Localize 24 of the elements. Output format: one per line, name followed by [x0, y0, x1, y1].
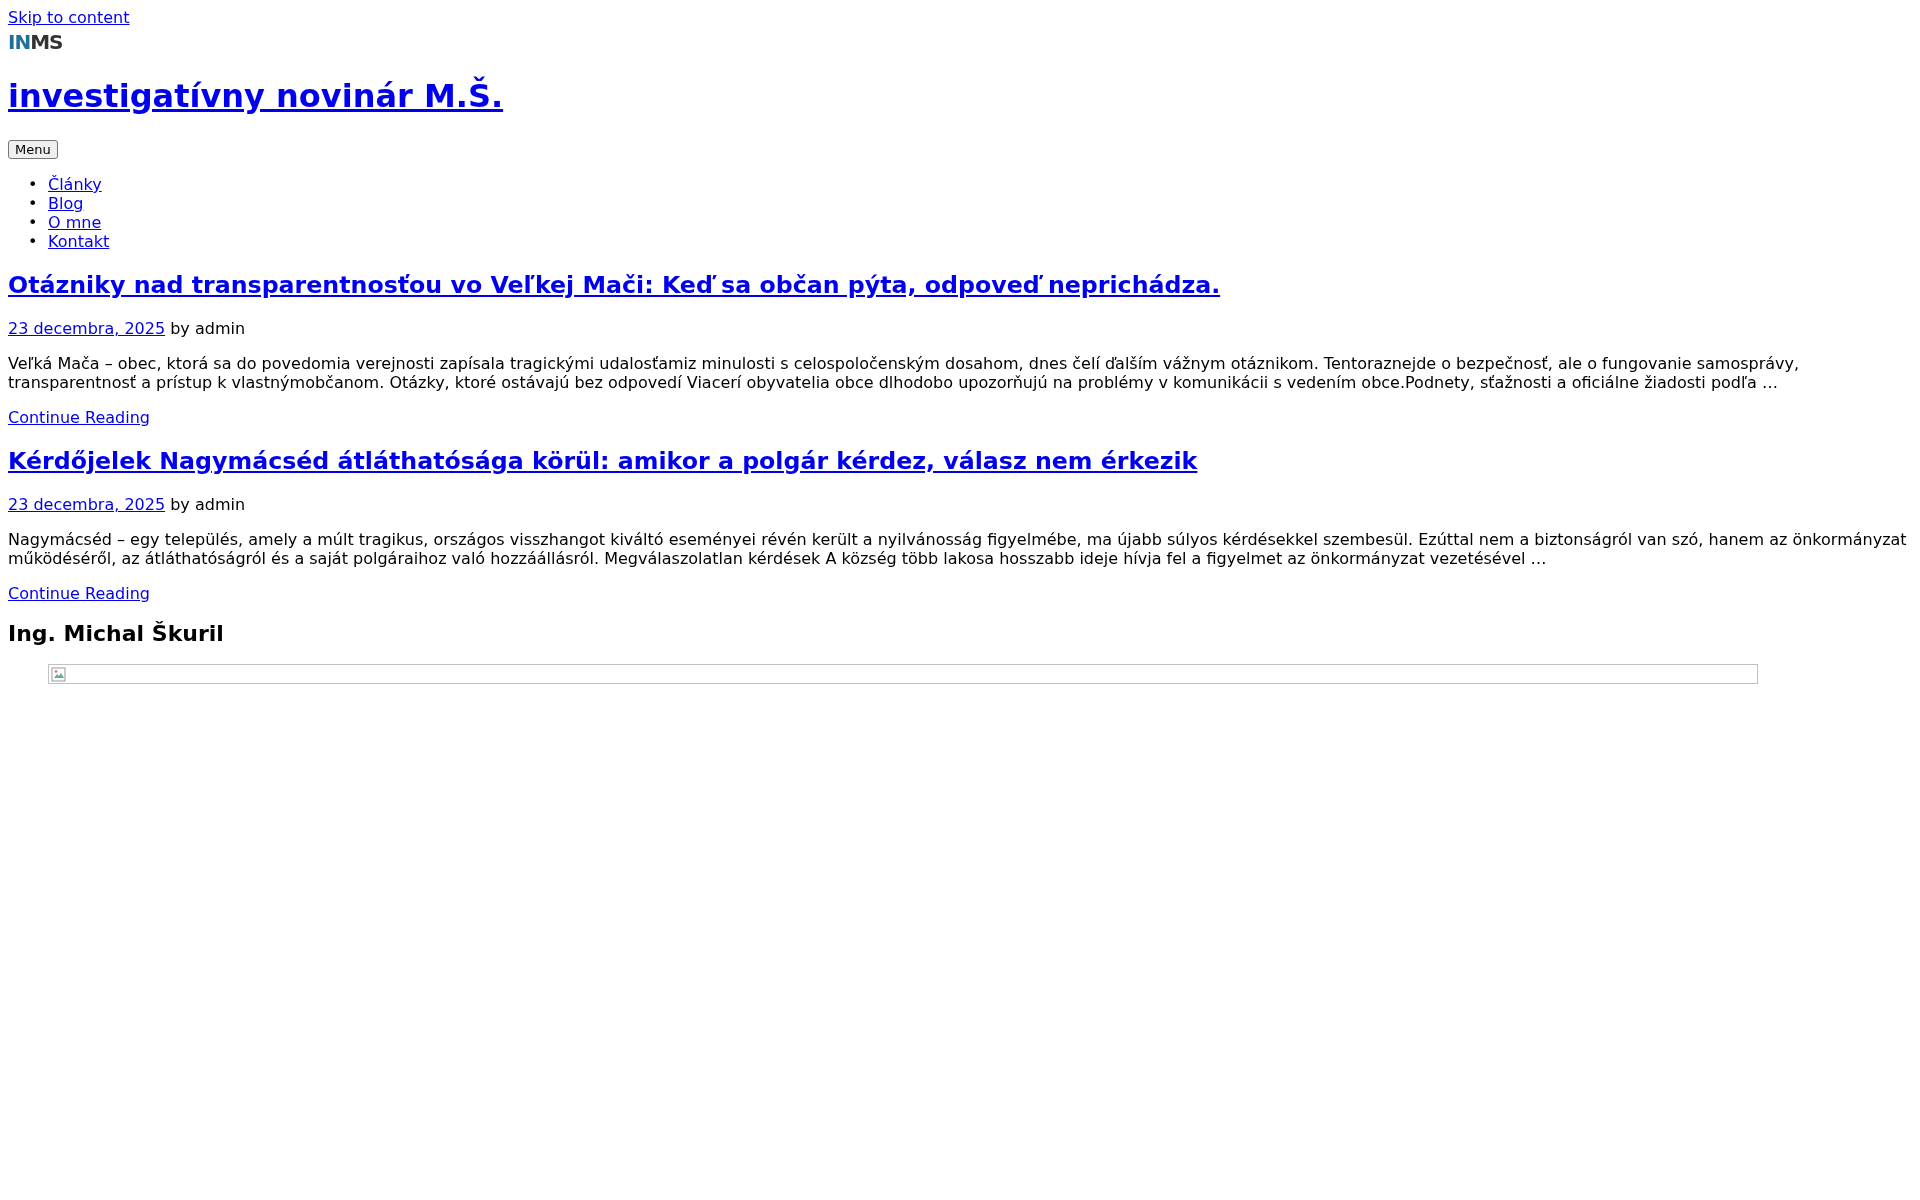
continue-reading-link[interactable]: Continue Reading	[8, 584, 150, 603]
site-logo[interactable]: INMS	[8, 31, 63, 53]
broken-image-icon	[51, 667, 67, 683]
bullet: •	[28, 194, 38, 213]
post-excerpt: Nagymácséd – egy település, amely a múlt tragikus, országos visszhangot kiváltó eseményei révén került a nyilvánosság figyelmébe, ma újabb súlyos kérdésekkel szembesül. Ezúttal nem a biztonságról van szó, hanem az önkormányzat működéséről, az átláthatóságról és a saját polgáraihoz való hozzáállásról. Megválaszolatlan kérdések A község több lakosa hosszabb ideje hívja fel a figyelmet az önkormányzat vezetésével …	[8, 530, 1908, 568]
menu-button[interactable]: Menu	[8, 140, 58, 159]
nav-link[interactable]: Články	[48, 175, 102, 194]
nav-link[interactable]: Kontakt	[48, 232, 110, 251]
post-title[interactable]: Otázniky nad transparentnosťou vo Veľkej Mači: Keď sa občan pýta, odpoveď neprichádza.	[8, 271, 1221, 299]
post-author: by admin	[170, 319, 246, 338]
nav-link[interactable]: Blog	[48, 194, 84, 213]
bullet: •	[28, 175, 38, 194]
continue-reading-link[interactable]: Continue Reading	[8, 408, 150, 427]
nav-link[interactable]: O mne	[48, 213, 102, 232]
widget-title: Ing. Michal Škuril	[8, 621, 225, 646]
post-excerpt: Veľká Mača – obec, ktorá sa do povedomia verejnosti zapísala tragickými udalosťamiz minulosti s celospoločenským dosahom, dnes čelí ďalším vážnym otáznikom. Tentoraznejde o bezpečnosť, ale o fungovanie samosprávy, transparentnosť a prístup k vlastnýmobčanom. Otázky, ktoré ostávajú bez odpovedí Viacerí obyvatelia obce dlhodobo upozorňujú na problémy v komunikácii s vedením obce.Podnety, sťažnosti a oficiálne žiadosti podľa …	[8, 354, 1801, 392]
skip-link[interactable]: Skip to content	[8, 8, 130, 27]
post-title[interactable]: Kérdőjelek Nagymácséd átláthatósága körül: amikor a polgár kérdez, válasz nem érkezik	[8, 447, 1198, 475]
post-date[interactable]: 23 decembra, 2025	[8, 319, 166, 338]
post-date[interactable]: 23 decembra, 2025	[8, 495, 166, 514]
site-title[interactable]: investigatívny novinár M.Š.	[8, 77, 504, 115]
post-author: by admin	[170, 495, 246, 514]
bullet: •	[28, 232, 38, 251]
bullet: •	[28, 213, 38, 232]
